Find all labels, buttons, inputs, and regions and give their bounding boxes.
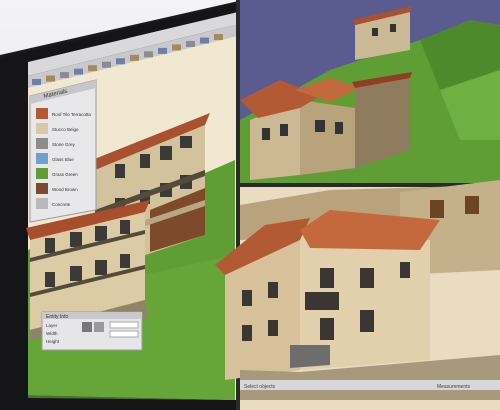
stone-swatch-icon — [36, 138, 48, 149]
wood-swatch-icon — [36, 183, 48, 194]
monitor-display: Materials Roof Tile TerracottaStucco Bei… — [0, 0, 500, 410]
zoom-extents-icon[interactable] — [214, 34, 223, 41]
paint-icon[interactable] — [60, 72, 69, 79]
material-row-label: Glass Blue — [52, 157, 74, 162]
preview-thumb — [82, 322, 92, 332]
material-row-label: Roof Tile Terracotta — [52, 112, 91, 117]
scale-icon[interactable] — [158, 47, 167, 54]
value-field[interactable] — [109, 321, 139, 329]
rotate-icon[interactable] — [144, 51, 153, 58]
dimension-field-label: Width — [46, 331, 58, 336]
select-icon[interactable] — [32, 79, 41, 86]
rectangle-icon[interactable] — [102, 61, 111, 68]
material-row-label: Stucco Beige — [52, 127, 79, 132]
value-field[interactable] — [109, 330, 139, 338]
material-row-label: Stone Grey — [52, 142, 76, 147]
stucco-swatch-icon — [36, 123, 48, 134]
push-pull-icon[interactable] — [116, 58, 125, 65]
preview-thumb — [94, 322, 104, 332]
material-row-label: Wood Brown — [52, 187, 78, 192]
glass-swatch-icon — [36, 153, 48, 164]
entity-info-panel[interactable]: Entity Info Layer Width Height — [41, 311, 143, 351]
material-row-label: Grass Green — [52, 172, 78, 177]
concrete-swatch-icon — [36, 198, 48, 209]
eraser-icon[interactable] — [46, 75, 55, 82]
left-viewport-window: Materials Roof Tile TerracottaStucco Bei… — [26, 12, 238, 400]
grass-swatch-icon — [36, 168, 48, 179]
zoom-icon[interactable] — [200, 37, 209, 44]
status-right: Measurements — [437, 384, 471, 390]
orbit-icon[interactable] — [172, 44, 181, 51]
right-bottom-viewport: Select objects Measurements — [215, 180, 500, 410]
right-top-viewport — [240, 0, 500, 185]
arc-icon[interactable] — [88, 65, 97, 72]
status-left: Select objects — [244, 384, 276, 390]
move-icon[interactable] — [130, 54, 139, 61]
dimension-field-label: Height — [46, 339, 60, 344]
materials-panel[interactable]: Materials Roof Tile TerracottaStucco Bei… — [29, 79, 97, 223]
pan-icon[interactable] — [186, 40, 195, 47]
line-icon[interactable] — [74, 68, 83, 75]
material-row-label: Concrete — [52, 202, 71, 207]
dimension-field-label: Layer — [46, 323, 58, 328]
roof-swatch-icon — [36, 108, 48, 119]
entity-info-title: Entity Info — [46, 314, 68, 320]
